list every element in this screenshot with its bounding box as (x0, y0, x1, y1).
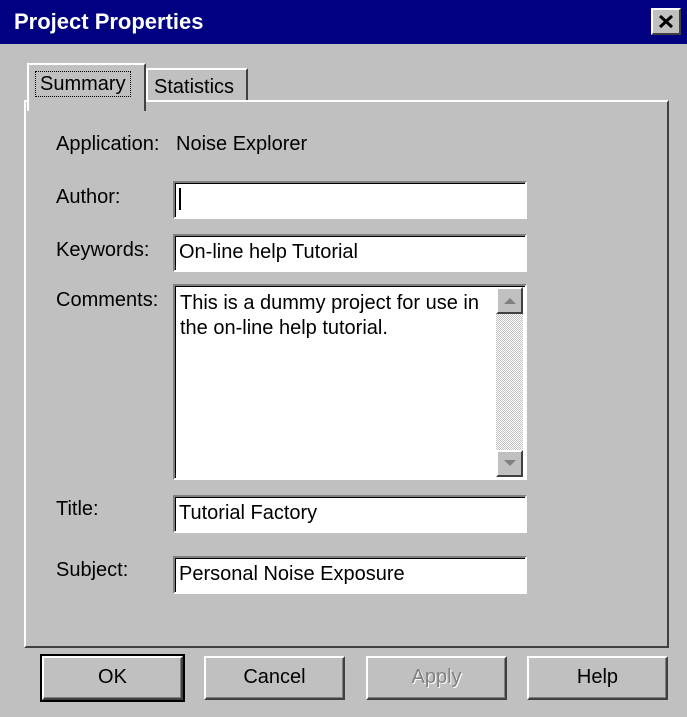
project-properties-dialog: Project Properties Summary Statistics Ap… (0, 0, 687, 717)
scroll-down-button[interactable] (496, 450, 523, 477)
cancel-button[interactable]: Cancel (204, 656, 345, 700)
application-value: Noise Explorer (176, 133, 308, 155)
comments-scrollbar[interactable] (496, 287, 523, 477)
apply-button[interactable]: Apply (366, 656, 507, 700)
keywords-field[interactable]: On-line help Tutorial (173, 234, 527, 272)
subject-field[interactable]: Personal Noise Exposure (173, 556, 527, 594)
tab-summary-label: Summary (35, 71, 131, 97)
close-icon (658, 14, 674, 29)
keywords-label: Keywords: (56, 239, 150, 261)
title-label: Title: (56, 498, 99, 520)
comments-label: Comments: (56, 289, 159, 311)
application-label: Application: (56, 133, 160, 155)
arrow-up-icon (504, 298, 516, 304)
title-field[interactable]: Tutorial Factory (173, 495, 527, 533)
tab-statistics-label: Statistics (154, 76, 235, 98)
close-button[interactable] (651, 8, 681, 35)
comments-textarea[interactable]: This is a dummy project for use in the o… (173, 284, 527, 480)
arrow-down-icon (504, 460, 516, 466)
window-title: Project Properties (14, 9, 204, 34)
author-field[interactable] (173, 181, 527, 219)
ok-button[interactable]: OK (40, 654, 185, 702)
scroll-up-button[interactable] (496, 287, 523, 314)
title-bar[interactable]: Project Properties (0, 0, 687, 44)
author-label: Author: (56, 186, 121, 208)
tab-summary[interactable]: Summary (27, 63, 146, 111)
comments-text: This is a dummy project for use in the o… (180, 292, 479, 339)
text-caret (179, 188, 181, 210)
help-button[interactable]: Help (527, 656, 668, 700)
subject-label: Subject: (56, 559, 129, 581)
